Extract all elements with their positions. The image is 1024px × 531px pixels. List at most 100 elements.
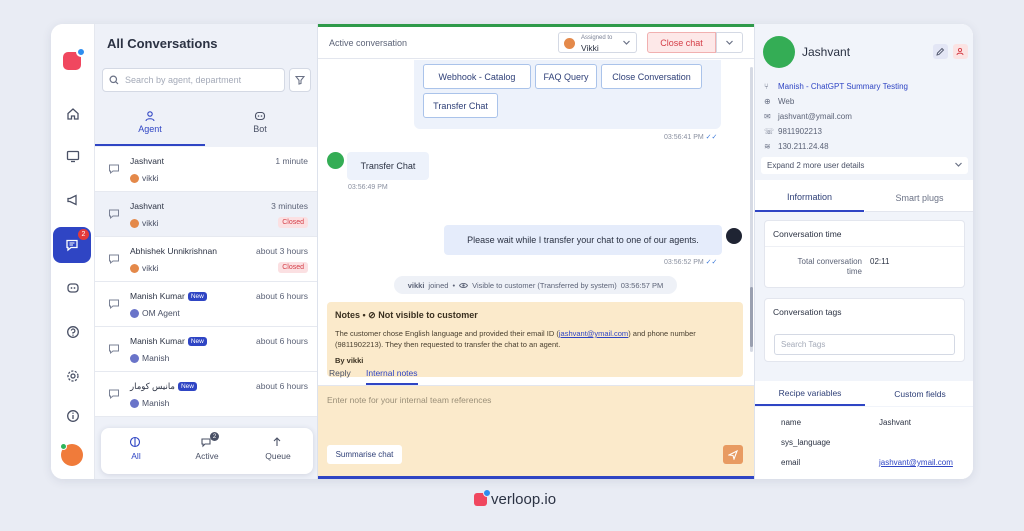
last-activity-time: 1 minute bbox=[275, 156, 308, 166]
message-timestamp: 03:56:49 PM bbox=[348, 184, 388, 191]
assignee-avatar bbox=[564, 38, 575, 49]
conversation-row[interactable]: مانيس كومار New about 6 hours Manish bbox=[95, 372, 317, 417]
profile-ip: ≋ 130.211.24.48 bbox=[764, 142, 829, 151]
tab-bot[interactable]: Bot bbox=[205, 108, 315, 146]
tab-queue[interactable]: Queue bbox=[243, 436, 313, 461]
info-icon[interactable] bbox=[61, 404, 85, 428]
profile-header: Jashvant ⑂ Manish - ChatGPT Summary Testi… bbox=[755, 24, 973, 180]
help-icon[interactable] bbox=[61, 320, 85, 344]
unread-badge: 2 bbox=[78, 229, 89, 240]
agent-name: Manish bbox=[142, 353, 170, 363]
summarise-chat-button[interactable]: Summarise chat bbox=[327, 445, 402, 464]
assigned-agent: OM Agent bbox=[130, 308, 180, 318]
verloop-logo-mark bbox=[474, 488, 491, 506]
variable-key: sys_language bbox=[781, 438, 831, 447]
profile-project[interactable]: ⑂ Manish - ChatGPT Summary Testing bbox=[764, 82, 908, 91]
contact-name: Manish Kumar New bbox=[130, 336, 207, 346]
chevron-down-icon bbox=[954, 160, 963, 169]
agent-name: vikki bbox=[142, 173, 159, 183]
conversation-row[interactable]: Abhishek Unnikrishnan about 3 hours vikk… bbox=[95, 237, 317, 282]
chat-bubble-icon bbox=[108, 208, 120, 220]
brand-logo: verloop.io bbox=[474, 488, 556, 509]
active-chats-icon: 2 bbox=[200, 432, 219, 448]
tab-all[interactable]: All bbox=[101, 436, 171, 461]
variable-key: email bbox=[781, 458, 801, 467]
chevron-down-icon bbox=[622, 38, 631, 47]
tab-recipe-variables[interactable]: Recipe variables bbox=[755, 381, 865, 406]
tab-agent[interactable]: Agent bbox=[95, 108, 205, 146]
chat-bubble-icon bbox=[108, 343, 120, 355]
profile-email: ✉ jashvant@ymail.com bbox=[764, 112, 852, 121]
list-title: All Conversations bbox=[107, 36, 218, 51]
conversation-row[interactable]: Manish Kumar New about 6 hours Manish bbox=[95, 327, 317, 372]
conversations-icon[interactable]: 2 bbox=[53, 227, 91, 263]
filter-button[interactable] bbox=[289, 68, 311, 92]
timestamp-text: 03:56:41 PM bbox=[664, 134, 704, 141]
scrollbar-thumb[interactable] bbox=[750, 287, 753, 347]
expand-details-button[interactable]: Expand 2 more user details bbox=[761, 157, 968, 174]
assignee-dropdown[interactable]: Assigned to Vikki bbox=[558, 32, 637, 53]
edit-button[interactable] bbox=[933, 44, 948, 59]
note-input[interactable] bbox=[327, 395, 737, 435]
conversation-time-title: Conversation time bbox=[765, 221, 964, 247]
tab-smart-plugs[interactable]: Smart plugs bbox=[865, 184, 973, 212]
status-badge: Closed bbox=[278, 217, 308, 228]
home-icon[interactable] bbox=[61, 102, 85, 126]
message-thread: Webhook - Catalog FAQ Query Close Conver… bbox=[318, 60, 754, 385]
quick-reply-button[interactable]: Transfer Chat bbox=[423, 93, 498, 118]
tags-search-input[interactable] bbox=[774, 334, 955, 355]
quick-reply-button[interactable]: Webhook - Catalog bbox=[423, 64, 531, 89]
chat-bubble-icon bbox=[108, 163, 120, 175]
variable-value: Jashvant bbox=[879, 418, 912, 427]
close-chat-button[interactable]: Close chat bbox=[647, 32, 716, 53]
timestamp-text: 03:56:52 PM bbox=[664, 259, 704, 266]
tab-reply[interactable]: Reply bbox=[329, 368, 351, 378]
search-box[interactable] bbox=[102, 68, 285, 92]
event-actor: vikki bbox=[407, 280, 425, 290]
tab-active[interactable]: 2 Active bbox=[172, 432, 242, 461]
tab-bot-label: Bot bbox=[253, 124, 267, 134]
monitor-chat-icon[interactable] bbox=[61, 144, 85, 168]
variable-value[interactable]: jashvant@ymail.com bbox=[879, 458, 953, 467]
close-chat-options-button[interactable] bbox=[716, 32, 743, 53]
megaphone-icon[interactable] bbox=[61, 188, 85, 212]
tab-custom-fields[interactable]: Custom fields bbox=[865, 381, 973, 406]
bot-icon[interactable] bbox=[61, 276, 85, 300]
tab-internal-notes[interactable]: Internal notes bbox=[366, 368, 418, 385]
agent-name: vikki bbox=[142, 263, 159, 273]
eye-icon bbox=[459, 281, 469, 290]
all-conversations-icon bbox=[129, 436, 143, 448]
active-count: 2 bbox=[210, 432, 219, 441]
conversation-row[interactable]: Jashvant 1 minute vikki bbox=[95, 147, 317, 192]
status-badge: Closed bbox=[278, 262, 308, 273]
note-title-prefix: Notes • bbox=[335, 310, 366, 320]
quick-reply-button[interactable]: Close Conversation bbox=[601, 64, 702, 89]
chat-header-label: Active conversation bbox=[329, 38, 408, 48]
conversation-row[interactable]: Jashvant 3 minutes vikki Closed bbox=[95, 192, 317, 237]
chat-header: Active conversation Assigned to Vikki Cl… bbox=[318, 27, 754, 59]
profile-panel: Jashvant ⑂ Manish - ChatGPT Summary Testi… bbox=[754, 24, 973, 479]
customer-message: Transfer Chat bbox=[347, 152, 429, 180]
note-email-link[interactable]: jashvant@ymail.com bbox=[559, 329, 628, 338]
quick-reply-button[interactable]: FAQ Query bbox=[535, 64, 597, 89]
bot-icon bbox=[205, 110, 315, 122]
assigned-to-value: Vikki bbox=[581, 43, 599, 53]
block-user-button[interactable] bbox=[953, 44, 968, 59]
tab-information[interactable]: Information bbox=[755, 184, 864, 212]
last-activity-time: about 6 hours bbox=[256, 291, 308, 301]
note-composer: Summarise chat bbox=[318, 386, 754, 479]
conversation-time-key: Total conversation time bbox=[797, 257, 862, 276]
conversation-row[interactable]: Manish Kumar New about 6 hours OM Agent bbox=[95, 282, 317, 327]
contact-name: Manish Kumar New bbox=[130, 291, 207, 301]
globe-icon: ⊕ bbox=[764, 97, 771, 106]
settings-icon[interactable] bbox=[61, 364, 85, 388]
profile-avatar bbox=[763, 36, 795, 68]
search-input[interactable] bbox=[125, 75, 275, 85]
person-icon bbox=[95, 110, 205, 122]
new-badge: New bbox=[187, 292, 207, 301]
online-status-dot bbox=[60, 443, 67, 450]
filter-icon bbox=[295, 75, 305, 85]
send-button[interactable] bbox=[723, 445, 743, 464]
scrollbar[interactable] bbox=[750, 67, 753, 352]
user-avatar[interactable] bbox=[60, 443, 83, 466]
